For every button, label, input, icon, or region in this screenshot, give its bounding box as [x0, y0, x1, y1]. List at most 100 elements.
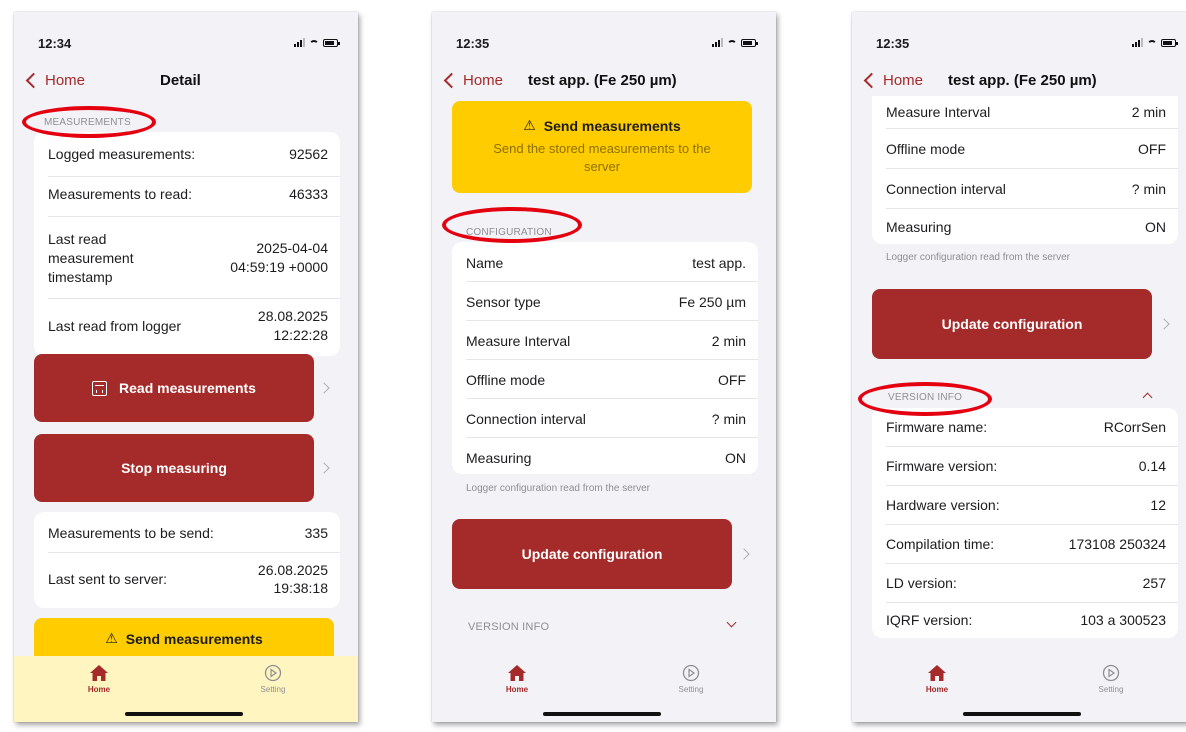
chevron-right-icon	[1158, 318, 1170, 330]
row-value: 46333	[289, 186, 328, 202]
row-label: Compilation time:	[886, 536, 995, 552]
tab-setting[interactable]: Setting	[243, 664, 303, 694]
phone-screen-configuration: 12:35 Home test app. (Fe 250 µm) ⚠ Send …	[432, 12, 776, 722]
status-time: 12:35	[456, 36, 490, 51]
page-title: test app. (Fe 250 µm)	[948, 72, 1097, 89]
send-measurements-button[interactable]: ⚠ Send measurements Send the stored meas…	[452, 101, 752, 193]
chevron-right-icon	[318, 382, 330, 394]
info-row: Measurements to be send: 335	[48, 520, 328, 546]
page-title: test app. (Fe 250 µm)	[528, 72, 677, 89]
chevron-down-icon[interactable]	[726, 617, 737, 628]
row-value: 26.08.2025 19:38:18	[257, 562, 328, 596]
row-value: 0.14	[1138, 458, 1166, 474]
back-label: Home	[883, 72, 924, 89]
battery-icon	[323, 39, 340, 47]
divider	[48, 552, 340, 553]
row-value: ? min	[1131, 181, 1166, 197]
row-value: 2 min	[711, 333, 746, 349]
divider	[466, 437, 758, 438]
read-measurements-button[interactable]: Read measurements	[34, 354, 314, 422]
divider	[886, 128, 1178, 129]
row-label: Hardware version:	[886, 497, 1000, 513]
status-bar: 12:35	[432, 12, 776, 52]
row-value: 2 min	[1131, 104, 1166, 120]
status-bar: 12:34	[14, 12, 358, 52]
tab-label: Setting	[678, 685, 704, 694]
battery-icon	[1161, 39, 1178, 47]
update-configuration-button[interactable]: Update configuration	[452, 519, 732, 589]
row-value: OFF	[718, 372, 746, 388]
row-label: Measuring	[466, 450, 532, 466]
row-label: Last read from logger	[48, 317, 182, 334]
row-label: Firmware version:	[886, 458, 998, 474]
wifi-icon	[309, 40, 319, 47]
version-row: Hardware version: 12	[886, 492, 1166, 518]
back-button[interactable]: Home	[443, 72, 503, 89]
wifi-icon	[727, 40, 737, 47]
button-label: Send measurements	[125, 630, 263, 647]
tab-home[interactable]: Home	[487, 664, 547, 694]
row-label: Measurements to read:	[48, 186, 192, 202]
tab-setting[interactable]: Setting	[661, 664, 721, 694]
chevron-up-icon[interactable]	[1142, 392, 1153, 403]
navigation-bar: Home Detail	[14, 72, 358, 96]
row-label: Measure Interval	[466, 333, 571, 349]
row-value: test app.	[692, 255, 746, 271]
button-label: Update configuration	[521, 546, 663, 562]
version-row: Compilation time: 173108 250324	[886, 531, 1166, 557]
back-button[interactable]: Home	[25, 72, 85, 89]
section-header-version-info[interactable]: VERSION INFO	[468, 621, 549, 633]
row-label: Last read measurement timestamp	[48, 230, 134, 285]
row-label: Logged measurements:	[48, 146, 196, 162]
divider	[886, 208, 1178, 209]
divider	[886, 168, 1178, 169]
row-value: 28.08.2025 12:22:28	[257, 308, 328, 343]
tab-bar: Home Setting	[432, 656, 776, 722]
stop-measuring-button[interactable]: Stop measuring	[34, 434, 314, 502]
row-value: 103 a 300523	[1080, 612, 1166, 628]
home-icon	[90, 665, 108, 681]
status-bar: 12:35	[852, 12, 1186, 52]
navigation-bar: Home test app. (Fe 250 µm)	[432, 72, 776, 96]
warning-icon: ⚠	[523, 117, 536, 133]
chevron-right-icon	[738, 548, 750, 560]
version-row: LD version: 257	[886, 570, 1166, 596]
ledger-icon	[92, 380, 108, 396]
page: 12:34 Home Detail MEASUREMENTS Logged me…	[0, 0, 1186, 732]
row-label: Firmware name:	[886, 419, 988, 435]
row-value: OFF	[1138, 141, 1166, 157]
row-label: IQRF version:	[886, 612, 973, 628]
version-row: Firmware name: RCorrSen	[886, 414, 1166, 440]
row-label: Connection interval	[466, 411, 586, 427]
divider	[886, 446, 1178, 447]
settings-play-icon	[1102, 664, 1120, 682]
divider	[466, 359, 758, 360]
divider	[48, 176, 340, 177]
row-value: Fe 250 µm	[678, 294, 746, 310]
info-row: Measurements to read: 46333	[48, 180, 328, 208]
home-icon	[508, 665, 526, 681]
tab-bar: Home Setting	[14, 656, 358, 722]
back-button[interactable]: Home	[863, 72, 924, 89]
send-subtitle: Send the stored measurements to the serv…	[493, 141, 711, 174]
home-indicator	[125, 712, 243, 716]
tab-setting[interactable]: Setting	[1081, 664, 1141, 694]
home-indicator	[543, 712, 661, 716]
tab-home[interactable]: Home	[69, 664, 129, 694]
row-label: Sensor type	[466, 294, 541, 310]
row-value: ? min	[711, 411, 746, 427]
tab-home[interactable]: Home	[907, 664, 967, 694]
measurements-card: Logged measurements: 92562 Measurements …	[34, 132, 340, 356]
status-time: 12:34	[38, 36, 72, 51]
row-value: 12	[1150, 497, 1166, 513]
chevron-left-icon	[443, 72, 460, 89]
update-configuration-button[interactable]: Update configuration	[872, 289, 1152, 359]
row-value: 257	[1142, 575, 1166, 591]
row-label: Measure Interval	[886, 104, 991, 120]
configuration-footnote: Logger configuration read from the serve…	[886, 252, 1070, 263]
config-row: Measuring ON	[886, 214, 1166, 240]
row-value: ON	[1145, 219, 1166, 235]
row-value: 92562	[289, 146, 328, 162]
tab-label: Home	[925, 685, 949, 694]
navigation-bar: Home test app. (Fe 250 µm)	[852, 72, 1186, 96]
